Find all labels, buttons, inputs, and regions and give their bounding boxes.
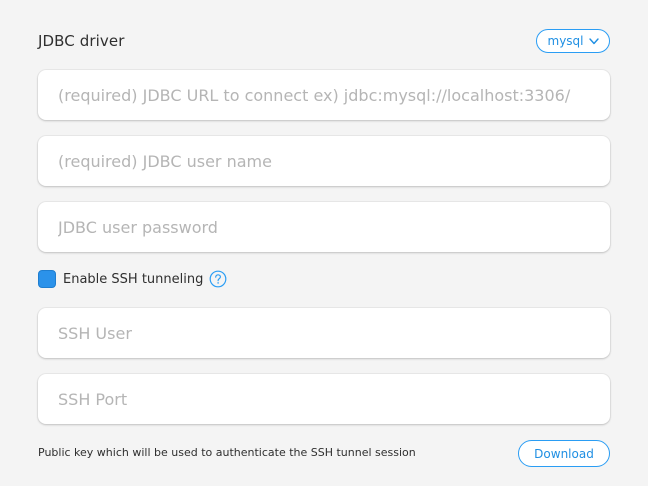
jdbc-driver-header: JDBC driver mysql	[38, 29, 610, 55]
jdbc-password-input[interactable]	[38, 202, 610, 252]
ssh-tunneling-row: Enable SSH tunneling	[38, 268, 227, 290]
download-button[interactable]: Download	[518, 440, 610, 467]
jdbc-url-input[interactable]	[38, 70, 610, 120]
ssh-port-input[interactable]	[38, 374, 610, 424]
public-key-description: Public key which will be used to authent…	[38, 446, 416, 459]
driver-select[interactable]: mysql	[536, 29, 610, 53]
ssh-tunneling-label: Enable SSH tunneling	[63, 271, 204, 287]
public-key-row: Public key which will be used to authent…	[38, 440, 610, 467]
driver-select-value: mysql	[547, 34, 584, 48]
ssh-user-input[interactable]	[38, 308, 610, 358]
jdbc-user-input[interactable]	[38, 136, 610, 186]
chevron-down-icon	[588, 37, 599, 44]
jdbc-driver-title: JDBC driver	[38, 32, 125, 50]
question-circle-icon[interactable]	[209, 270, 227, 288]
ssh-tunneling-checkbox[interactable]	[38, 270, 56, 288]
jdbc-connection-form: JDBC driver mysql Enable SSH tunneling P…	[38, 0, 610, 486]
